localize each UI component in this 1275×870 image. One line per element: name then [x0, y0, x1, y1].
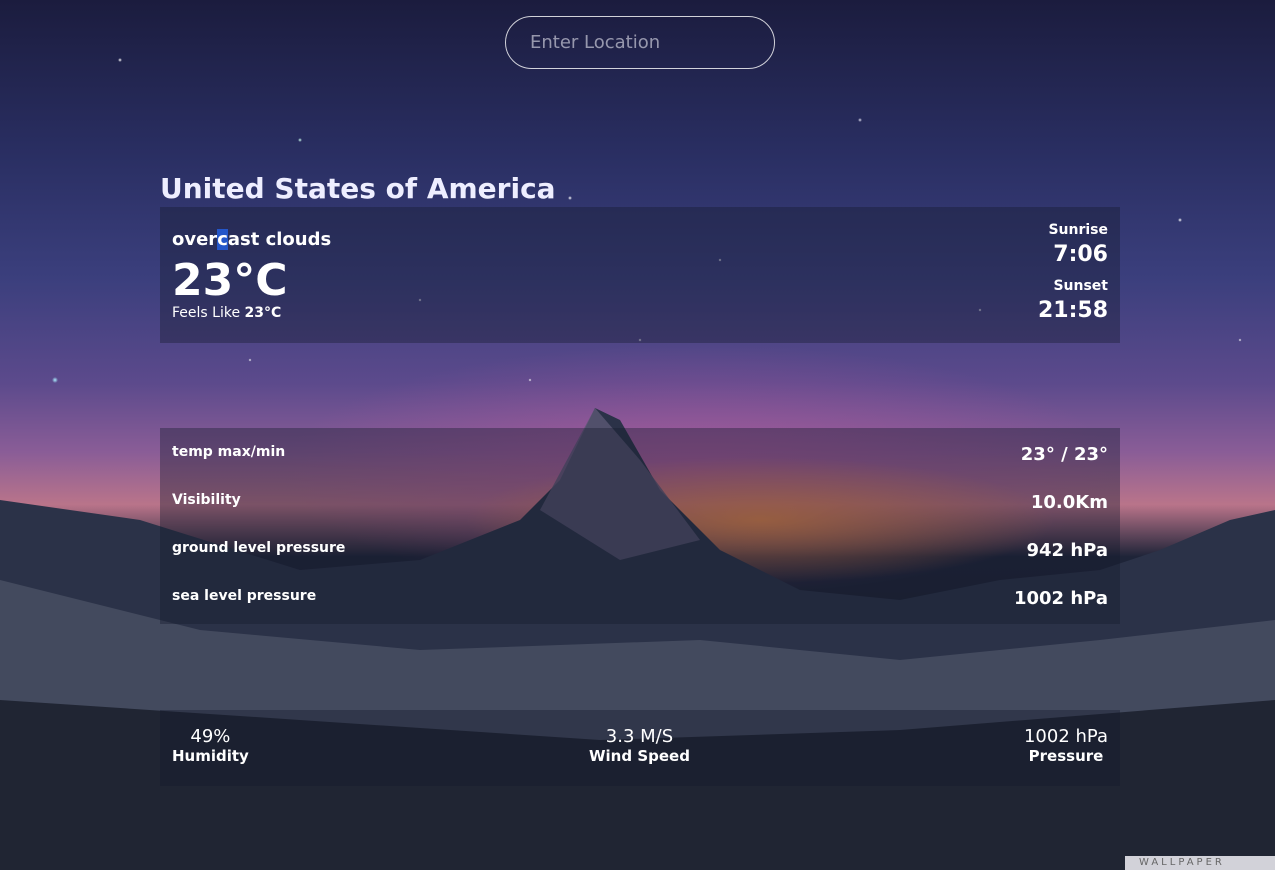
detail-label: Visibility [172, 492, 241, 508]
stats-panel: 49% Humidity 3.3 M/S Wind Speed 1002 hPa… [160, 710, 1120, 786]
location-search-input[interactable] [505, 16, 775, 69]
wind-label: Wind Speed [589, 747, 690, 765]
pressure-label: Pressure [1028, 747, 1104, 765]
wind-value: 3.3 M/S [605, 726, 674, 747]
feels-like-value: 23°C [244, 305, 282, 321]
pressure-value: 1002 hPa [1023, 726, 1108, 747]
detail-row: sea level pressure 1002 hPa [172, 588, 1108, 628]
weather-details-panel: temp max/min 23° / 23° Visibility 10.0Km… [160, 428, 1120, 624]
wallpaper-watermark: WALLPAPER [1125, 856, 1275, 870]
pressure-stat: 1002 hPa Pressure [1024, 726, 1108, 765]
sunset-label: Sunset [1053, 278, 1108, 294]
detail-row: ground level pressure 942 hPa [172, 540, 1108, 580]
wind-stat: 3.3 M/S Wind Speed [589, 726, 690, 765]
detail-label: sea level pressure [172, 588, 317, 604]
detail-value: 10.0Km [1030, 492, 1108, 513]
sunset-block: Sunset 21:58 [1038, 278, 1108, 323]
detail-row: Visibility 10.0Km [172, 492, 1108, 532]
sunrise-time: 7:06 [1053, 242, 1108, 267]
detail-value: 23° / 23° [1020, 444, 1108, 465]
location-title: United States of America [160, 172, 556, 205]
detail-value: 942 hPa [1026, 540, 1108, 561]
current-temperature: 23°C [172, 255, 288, 306]
detail-label: ground level pressure [172, 540, 346, 556]
sunrise-label: Sunrise [1048, 222, 1108, 238]
humidity-value: 49% [190, 726, 231, 747]
detail-label: temp max/min [172, 444, 286, 460]
weather-description: overcast clouds [172, 229, 332, 250]
current-weather-panel: overcast clouds 23°C Feels Like 23°C Sun… [160, 207, 1120, 343]
search-box [505, 16, 775, 69]
sunset-time: 21:58 [1037, 298, 1108, 323]
feels-like: Feels Like 23°C [172, 305, 282, 321]
humidity-stat: 49% Humidity [172, 726, 249, 765]
sunrise-block: Sunrise 7:06 [1048, 222, 1108, 267]
detail-row: temp max/min 23° / 23° [172, 444, 1108, 484]
selected-text: c [217, 229, 228, 250]
detail-value: 1002 hPa [1013, 588, 1108, 609]
humidity-label: Humidity [172, 747, 249, 765]
